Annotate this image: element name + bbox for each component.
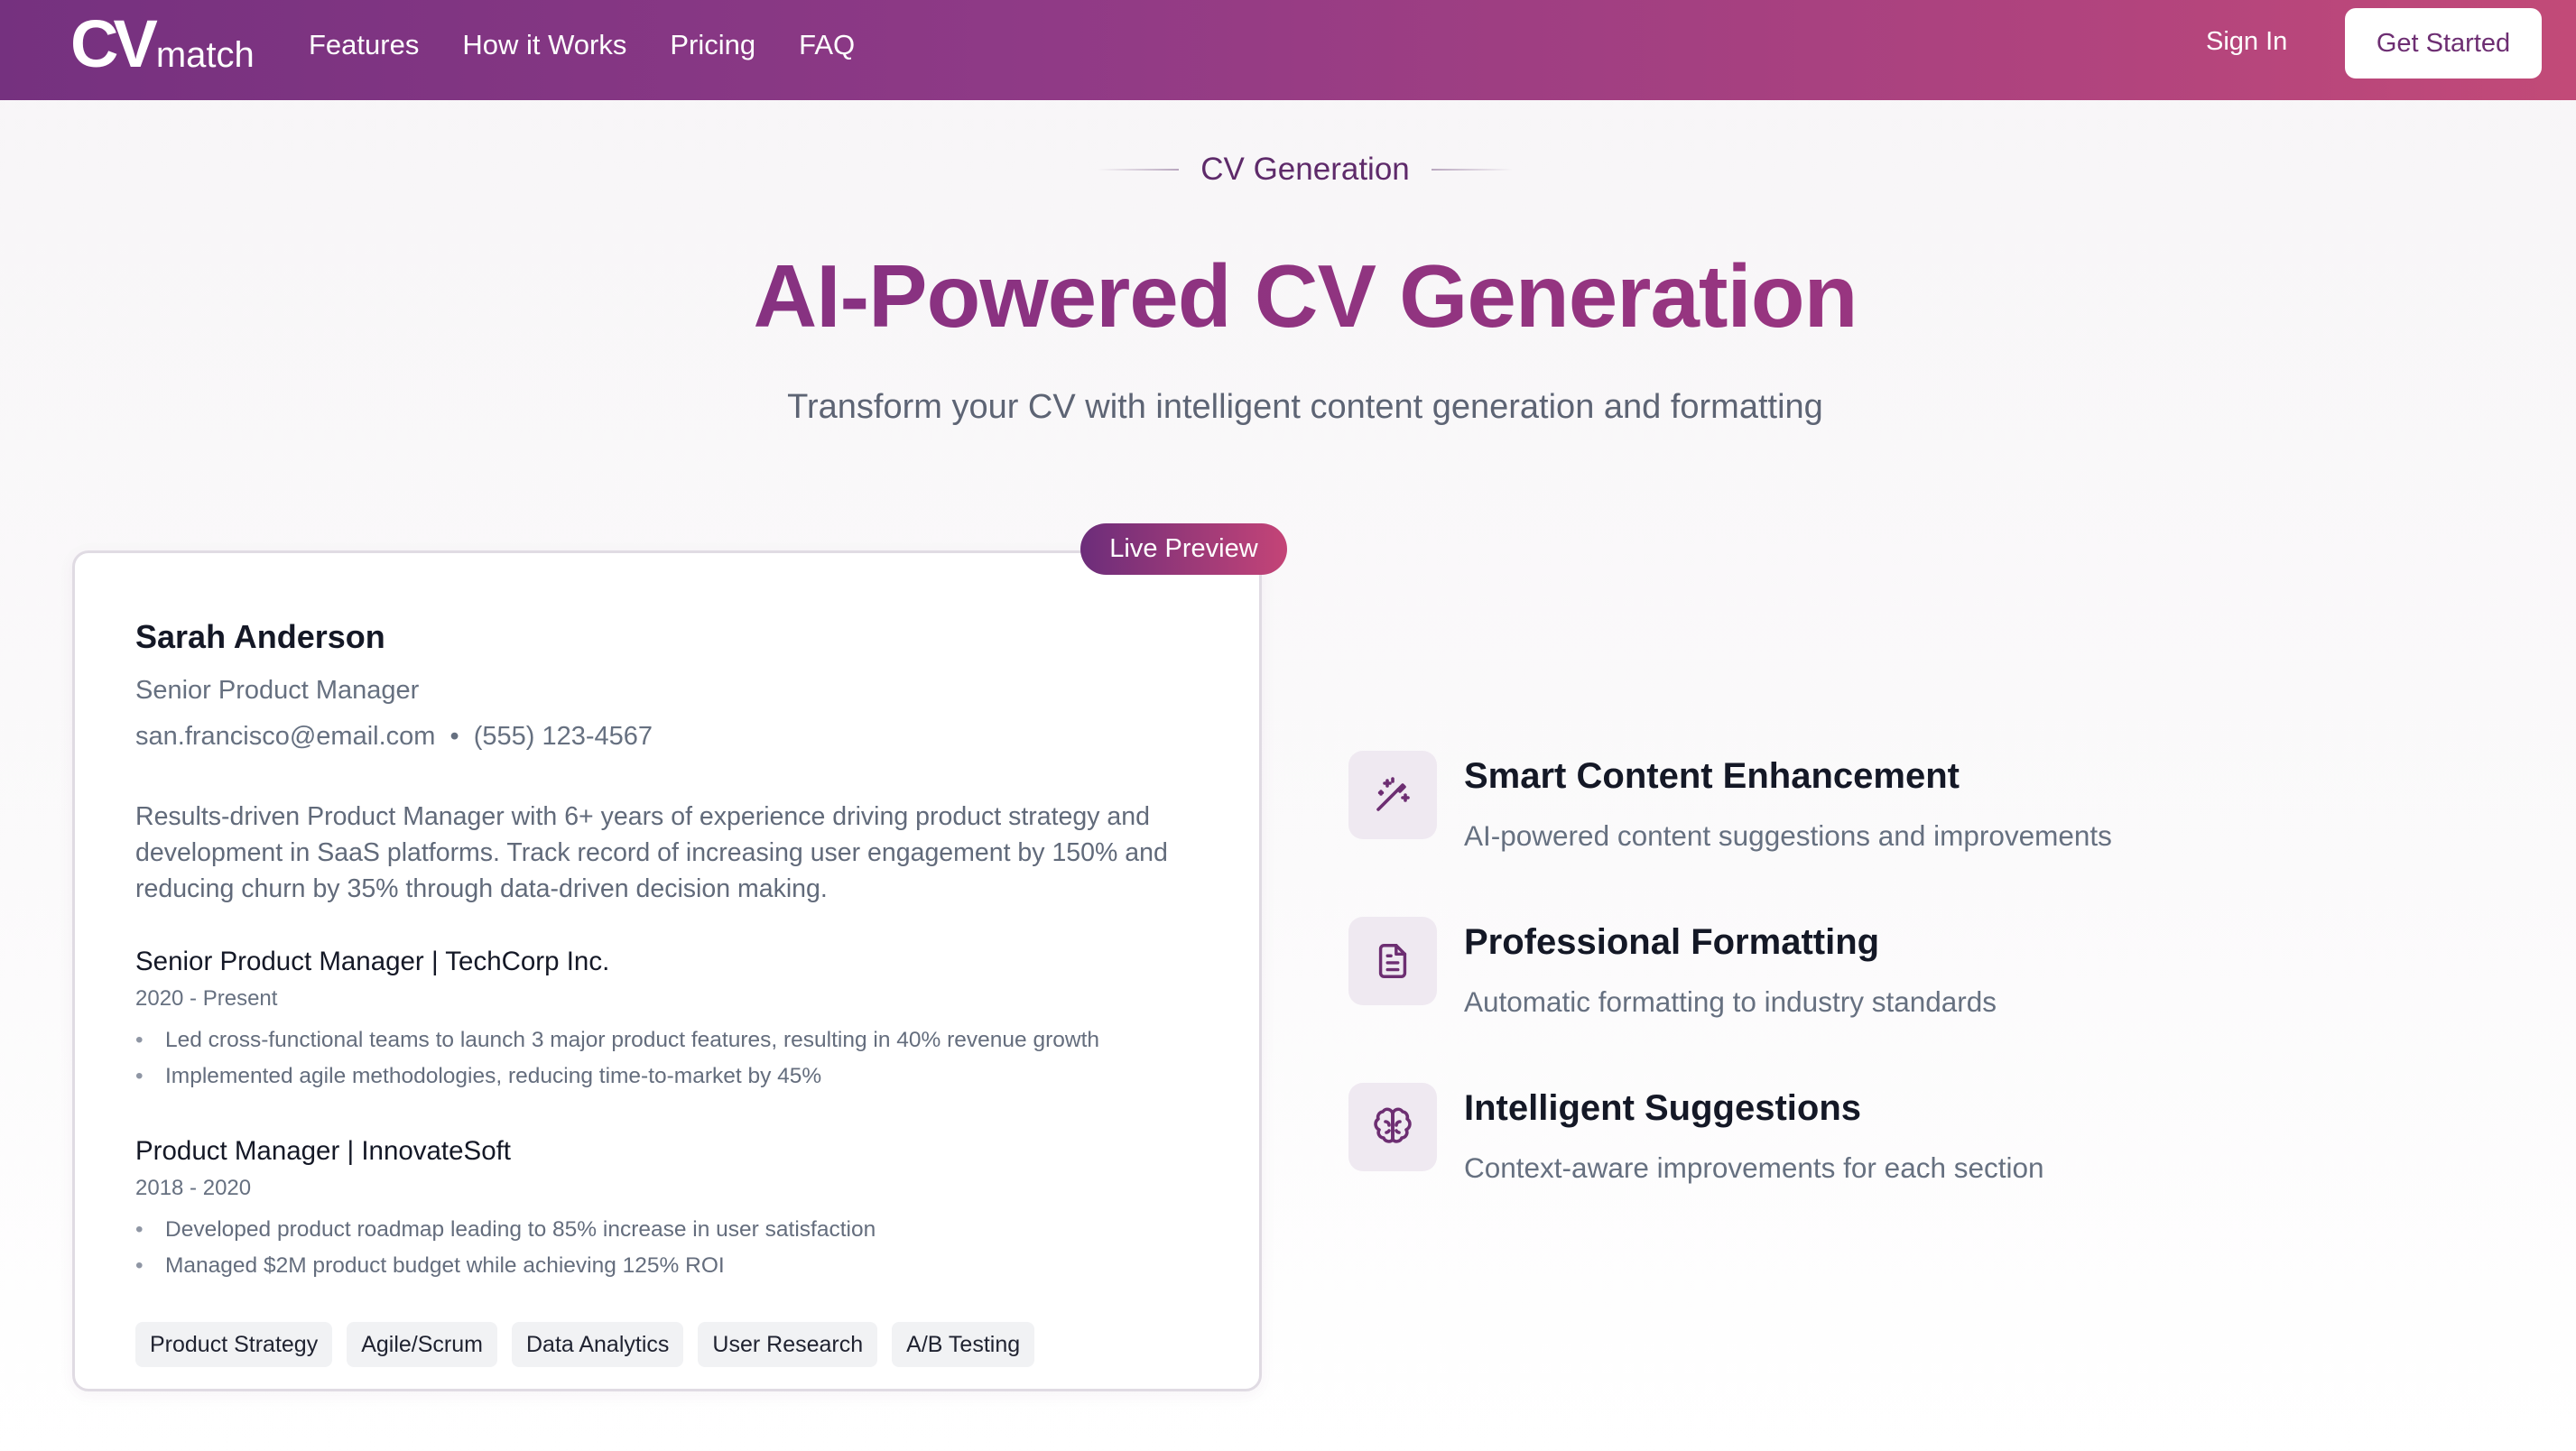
nav-link-pricing[interactable]: Pricing	[670, 29, 755, 61]
cv-name: Sarah Anderson	[135, 618, 385, 655]
eyebrow-divider-left	[1098, 169, 1180, 171]
job-bullet: Implemented agile methodologies, reducin…	[135, 1058, 1200, 1095]
logo-mark: CV	[70, 6, 158, 81]
nav-link-features[interactable]: Features	[309, 29, 419, 61]
nav-link-faq[interactable]: FAQ	[799, 29, 855, 61]
skill-tag: User Research	[698, 1322, 878, 1367]
cv-role: Senior Product Manager	[135, 676, 420, 705]
skill-tag: A/B Testing	[892, 1322, 1035, 1367]
eyebrow-label: CV Generation	[1200, 152, 1410, 187]
feature-description: Context-aware improvements for each sect…	[1464, 1151, 2044, 1184]
cv-job-entry: Senior Product Manager | TechCorp Inc. 2…	[135, 947, 1200, 1095]
magic-wand-icon	[1348, 751, 1437, 839]
feature-title: Intelligent Suggestions	[1464, 1088, 1862, 1128]
sign-in-link[interactable]: Sign In	[2206, 27, 2287, 57]
cv-content: Sarah Anderson Senior Product Manager sa…	[135, 618, 1200, 1367]
page-title: AI-Powered CV Generation	[0, 245, 2576, 347]
cv-summary: Results-driven Product Manager with 6+ y…	[135, 802, 1168, 903]
job-bullet: Managed $2M product budget while achievi…	[135, 1248, 1200, 1284]
skill-tag: Agile/Scrum	[347, 1322, 497, 1367]
skill-tag: Product Strategy	[135, 1322, 333, 1367]
feature-title: Smart Content Enhancement	[1464, 756, 1960, 796]
live-preview-badge: Live Preview	[1080, 523, 1287, 575]
logo-text: match	[155, 35, 255, 75]
feature-description: Automatic formatting to industry standar…	[1464, 985, 1997, 1018]
feature-title: Professional Formatting	[1464, 922, 1880, 962]
job-bullets: Led cross-functional teams to launch 3 m…	[135, 1022, 1200, 1095]
logo[interactable]: CV match	[70, 6, 255, 81]
feature-description: AI-powered content suggestions and impro…	[1464, 819, 2112, 852]
get-started-button[interactable]: Get Started	[2345, 8, 2542, 79]
job-dates: 2018 - 2020	[135, 1176, 252, 1200]
document-icon	[1348, 917, 1437, 1005]
job-title: Product Manager | InnovateSoft	[135, 1136, 511, 1166]
nav-link-how-it-works[interactable]: How it Works	[462, 29, 626, 61]
section-eyebrow: CV Generation	[0, 152, 2576, 188]
cv-phone: (555) 123-4567	[473, 722, 653, 751]
job-bullet: Led cross-functional teams to launch 3 m…	[135, 1022, 1200, 1058]
contact-separator: •	[449, 722, 459, 751]
top-navbar: CV match Features How it Works Pricing F…	[0, 0, 2576, 100]
cv-job-entry: Product Manager | InnovateSoft 2018 - 20…	[135, 1136, 1200, 1284]
job-dates: 2020 - Present	[135, 986, 278, 1011]
cv-preview-card: Sarah Anderson Senior Product Manager sa…	[72, 550, 1262, 1391]
page-subtitle: Transform your CV with intelligent conte…	[787, 388, 1823, 426]
skill-tag: Data Analytics	[511, 1322, 684, 1367]
cv-contact: san.francisco@email.com • (555) 123-4567	[135, 722, 1200, 752]
nav-links: Features How it Works Pricing FAQ	[309, 0, 855, 90]
job-title: Senior Product Manager | TechCorp Inc.	[135, 947, 610, 976]
skill-tags: Product Strategy Agile/Scrum Data Analyt…	[135, 1322, 1200, 1367]
brain-icon	[1348, 1083, 1437, 1171]
job-bullet: Developed product roadmap leading to 85%…	[135, 1212, 1200, 1248]
job-bullets: Developed product roadmap leading to 85%…	[135, 1212, 1200, 1284]
eyebrow-divider-right	[1431, 169, 1513, 171]
cv-email: san.francisco@email.com	[135, 722, 436, 751]
